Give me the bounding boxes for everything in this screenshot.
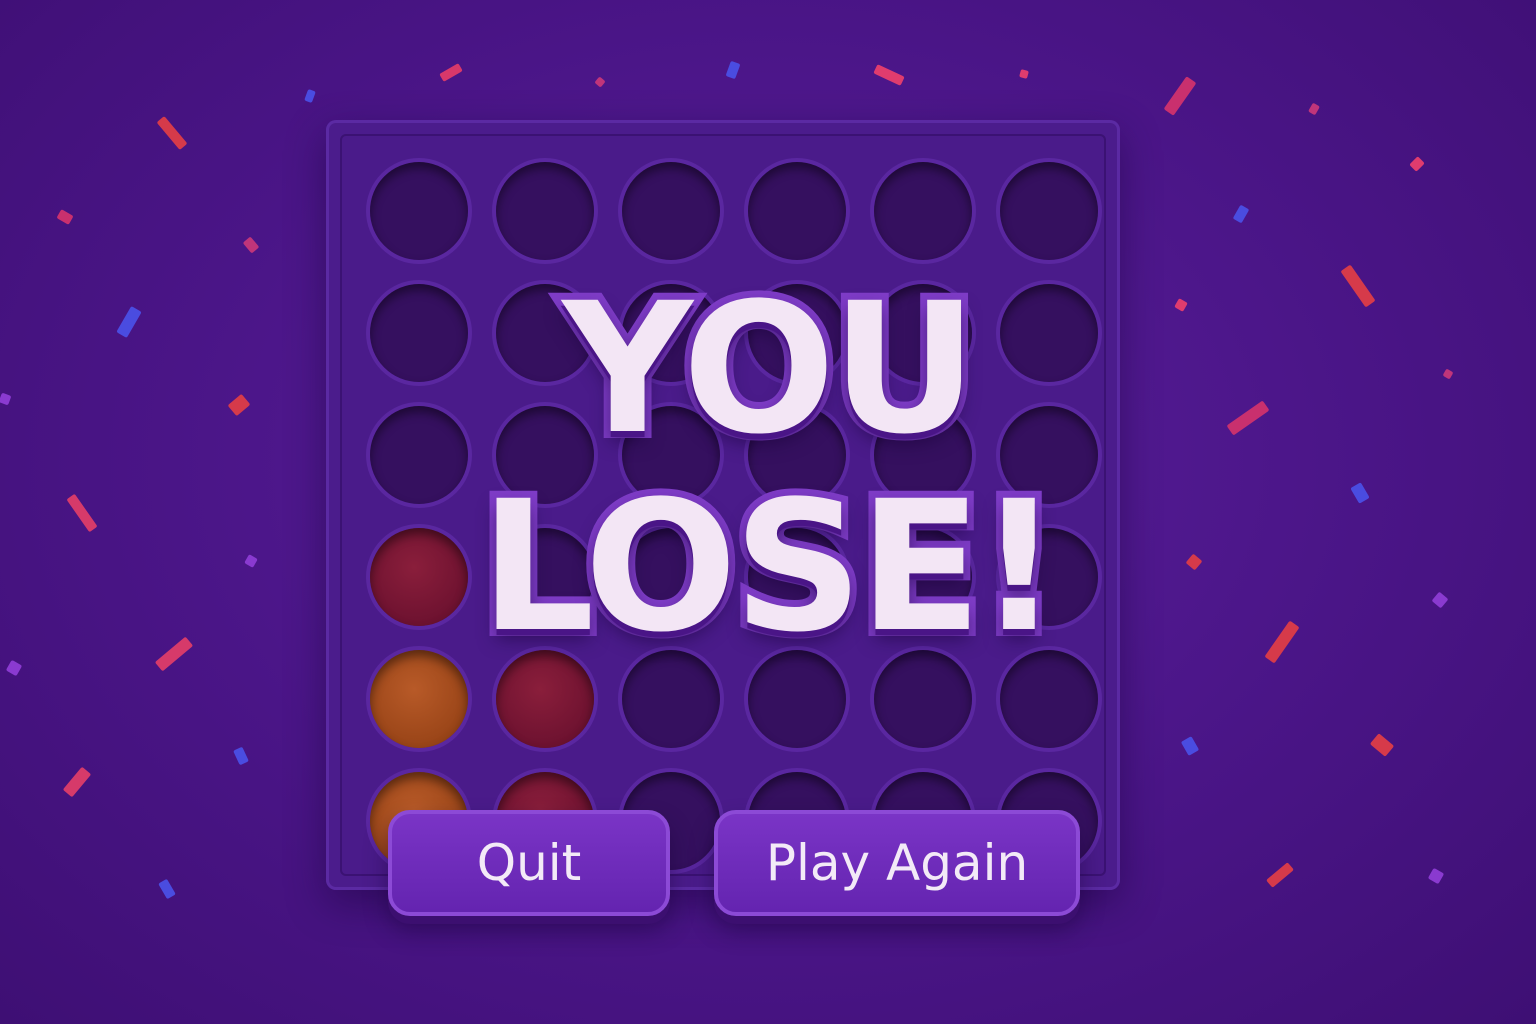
board-slot — [496, 162, 594, 260]
play-again-button[interactable]: Play Again — [714, 810, 1080, 916]
confetti-piece — [873, 64, 905, 86]
quit-button[interactable]: Quit — [388, 810, 670, 916]
board-slot — [370, 162, 468, 260]
confetti-piece — [56, 209, 74, 225]
confetti-piece — [1308, 102, 1320, 116]
confetti-piece — [242, 236, 260, 254]
confetti-piece — [1180, 736, 1200, 756]
result-title-line2: LOSE! — [473, 461, 1067, 675]
board-slot — [874, 162, 972, 260]
confetti-piece — [439, 63, 463, 82]
confetti-piece — [1427, 867, 1445, 885]
result-title-line1: YOU — [555, 263, 984, 477]
confetti-piece — [1019, 69, 1029, 79]
confetti-piece — [594, 76, 606, 88]
confetti-piece — [725, 60, 741, 80]
confetti-piece — [1409, 156, 1425, 172]
confetti-piece — [1369, 733, 1395, 757]
confetti-piece — [1266, 862, 1294, 888]
confetti-piece — [304, 88, 316, 104]
confetti-piece — [1163, 76, 1197, 116]
confetti-piece — [233, 746, 249, 766]
confetti-piece — [158, 878, 176, 900]
confetti-piece — [62, 766, 92, 798]
confetti-piece — [1232, 204, 1250, 224]
board-slot — [748, 162, 846, 260]
confetti-piece — [156, 115, 188, 151]
board-slot — [1000, 162, 1098, 260]
board-slot — [622, 162, 720, 260]
